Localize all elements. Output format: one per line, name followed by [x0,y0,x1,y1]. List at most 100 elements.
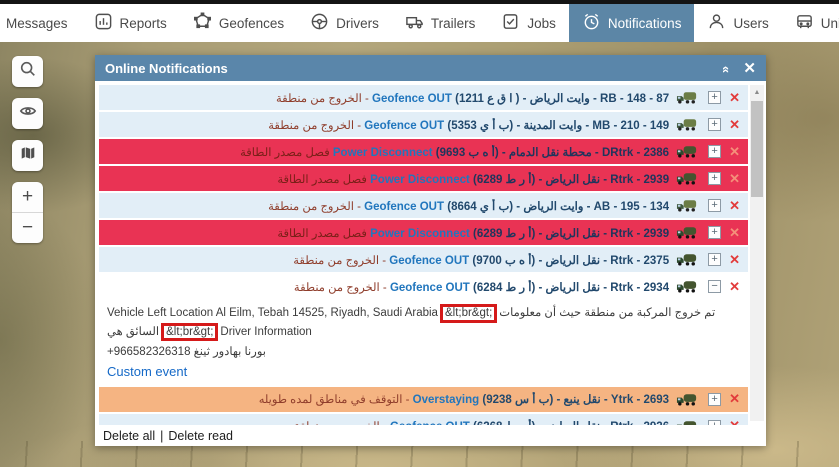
zoom-in-button[interactable]: + [12,182,43,212]
nav-item-reports[interactable]: Reports [81,4,180,42]
notification-row-alert[interactable]: ✕ + Rtrk - 2939 - نقل الرياض - (أ ر ط 62… [99,220,748,245]
map-icon [19,144,37,167]
event-type: Geofence OUT [372,93,452,105]
unit-name: Rtrk - 2934 - نقل الرياض - (أ ر ط 6284) [473,282,669,294]
map-visibility-button[interactable] [12,98,43,129]
detail-en-before: Vehicle Left Location Al Eilm, Tebah 145… [107,307,438,319]
nav-item-users[interactable]: Users [694,4,781,42]
unit-name: Rtrk - 2939 - نقل الرياض - (أ ر ط 6289) [473,228,669,240]
top-navigation: Messages Reports Geofences Drivers Trail… [0,4,839,42]
nav-item-messages[interactable]: Messages [0,4,81,42]
panel-close-icon[interactable]: ✕ [743,61,756,76]
event-description: - الخروج من منطقة [276,93,369,105]
detail-en-after: Driver Information [220,326,311,338]
expand-notification-icon[interactable]: + [708,393,721,406]
event-description: فصل مصدر الطاقة [277,228,367,240]
users-icon [707,12,726,34]
delete-notification-icon[interactable]: ✕ [729,117,740,133]
nav-label-geofences: Geofences [219,16,284,31]
list-scrollbar[interactable]: ▲ [750,85,764,421]
tanker-truck-icon [676,279,699,294]
notification-text: 149 - 210 - MB - وايت المدينة - (ب أ ي 5… [268,118,669,132]
notification-row[interactable]: ✕ + Rtrk - 2926 - نقل الرياض - (أ ر ط 62… [99,414,748,425]
tanker-truck-icon [676,252,699,267]
expand-notification-icon[interactable]: + [708,91,721,104]
notification-detail-text: Vehicle Left Location Al Eilm, Tebah 145… [99,301,748,344]
window-top-strip [0,0,839,4]
delete-notification-icon[interactable]: ✕ [729,418,740,425]
expand-notification-icon[interactable]: + [708,118,721,131]
expand-notification-icon[interactable]: + [708,145,721,158]
br-token-annotation: &lt;br&gt; [161,323,218,342]
delete-notification-icon[interactable]: ✕ [729,144,740,160]
delete-notification-icon[interactable]: ✕ [729,90,740,106]
expand-notification-icon[interactable]: + [708,199,721,212]
nav-label-jobs: Jobs [527,16,556,31]
notification-text: 134 - 195 - AB - وايت الرياض - (ب أ ي 86… [268,199,669,213]
notification-row[interactable]: ✕ + Rtrk - 2375 - نقل الرياض - (أ ه ب 97… [99,247,748,272]
panel-header[interactable]: Online Notifications « ✕ [95,55,766,81]
units-icon [795,12,814,34]
delete-read-link[interactable]: Delete read [168,429,233,443]
expanded-notification: ✕ − Rtrk - 2934 - نقل الرياض - (أ ر ط 62… [99,274,748,385]
nav-item-geofences[interactable]: Geofences [180,4,297,42]
nav-item-jobs[interactable]: Jobs [488,4,569,42]
event-description: فصل مصدر الطاقة [277,174,367,186]
notification-row-warning[interactable]: ✕ + Ytrk - 2693 - نقل ينبع - (ب أ س 9238… [99,387,748,412]
notification-row[interactable]: ✕ + 149 - 210 - MB - وايت المدينة - (ب أ… [99,112,748,137]
collapse-notification-icon[interactable]: − [708,280,721,293]
notification-text: DRtrk - 2386 - محطة نقل الدمام - (أ ه ب … [240,145,669,159]
delete-notification-icon[interactable]: ✕ [729,279,740,295]
driver-info-line: +966582326318 بورنا بهادور ثينغ [99,344,748,360]
notification-text: Rtrk - 2375 - نقل الرياض - (أ ه ب 9700) … [293,253,669,267]
unit-name: Rtrk - 2375 - نقل الرياض - (أ ه ب 9700) [472,255,669,267]
driver-phone: +966582326318 [107,346,190,358]
nav-item-notifications[interactable]: Notifications [569,4,695,42]
expand-notification-icon[interactable]: + [708,226,721,239]
nav-item-trailers[interactable]: Trailers [392,4,489,42]
notification-text: Rtrk - 2934 - نقل الرياض - (أ ر ط 6284) … [294,280,669,294]
map-search-button[interactable] [12,56,43,87]
delete-notification-icon[interactable]: ✕ [729,391,740,407]
delete-notification-icon[interactable]: ✕ [729,225,740,241]
driver-name: بورنا بهادور ثينغ [194,346,266,358]
drivers-icon [310,12,329,34]
nav-item-units[interactable]: Units [782,4,839,42]
eye-icon [19,102,37,125]
panel-footer: Delete all | Delete read [95,425,766,446]
tanker-truck-icon [676,225,699,240]
delete-notification-icon[interactable]: ✕ [729,252,740,268]
event-type: Geofence OUT [364,201,444,213]
notification-row-alert[interactable]: ✕ + Rtrk - 2939 - نقل الرياض - (أ ر ط 62… [99,166,748,191]
delete-all-link[interactable]: Delete all [103,429,155,443]
online-notifications-panel: Online Notifications « ✕ ✕ + 87 - 148 - … [95,55,766,446]
expand-notification-icon[interactable]: + [708,420,721,425]
notification-row[interactable]: ✕ + 134 - 195 - AB - وايت الرياض - (ب أ … [99,193,748,218]
truck-icon [676,117,699,132]
expand-notification-icon[interactable]: + [708,253,721,266]
panel-title: Online Notifications [105,61,228,76]
panel-collapse-icon[interactable]: « [720,65,733,70]
event-description: - الخروج من منطقة [294,421,387,425]
notification-row-alert[interactable]: ✕ + DRtrk - 2386 - محطة نقل الدمام - (أ … [99,139,748,164]
nav-label-units: Units [821,16,839,31]
zoom-out-button[interactable]: − [12,213,43,243]
notification-row-expanded[interactable]: ✕ − Rtrk - 2934 - نقل الرياض - (أ ر ط 62… [99,274,748,299]
notification-row[interactable]: ✕ + 87 - 148 - RB - وايت الرياض - ( ا ق … [99,85,748,110]
event-description: - الخروج من منطقة [294,282,387,294]
unit-name: Rtrk - 2926 - نقل الرياض - (أ ر ط 6268) [473,421,669,425]
map-layers-button[interactable] [12,140,43,171]
scrollbar-thumb[interactable] [751,101,763,197]
event-description: فصل مصدر الطاقة [240,147,330,159]
custom-event-link[interactable]: Custom event [99,360,748,385]
delete-notification-icon[interactable]: ✕ [729,171,740,187]
expand-notification-icon[interactable]: + [708,172,721,185]
scrollbar-up-arrow[interactable]: ▲ [750,85,764,99]
unit-name: 87 - 148 - RB - وايت الرياض - ( ا ق ع 12… [455,93,669,105]
delete-notification-icon[interactable]: ✕ [729,198,740,214]
tanker-truck-icon [676,419,699,425]
tanker-truck-icon [676,171,699,186]
nav-label-notifications: Notifications [608,16,682,31]
map-controls: + − [12,56,43,243]
nav-item-drivers[interactable]: Drivers [297,4,392,42]
